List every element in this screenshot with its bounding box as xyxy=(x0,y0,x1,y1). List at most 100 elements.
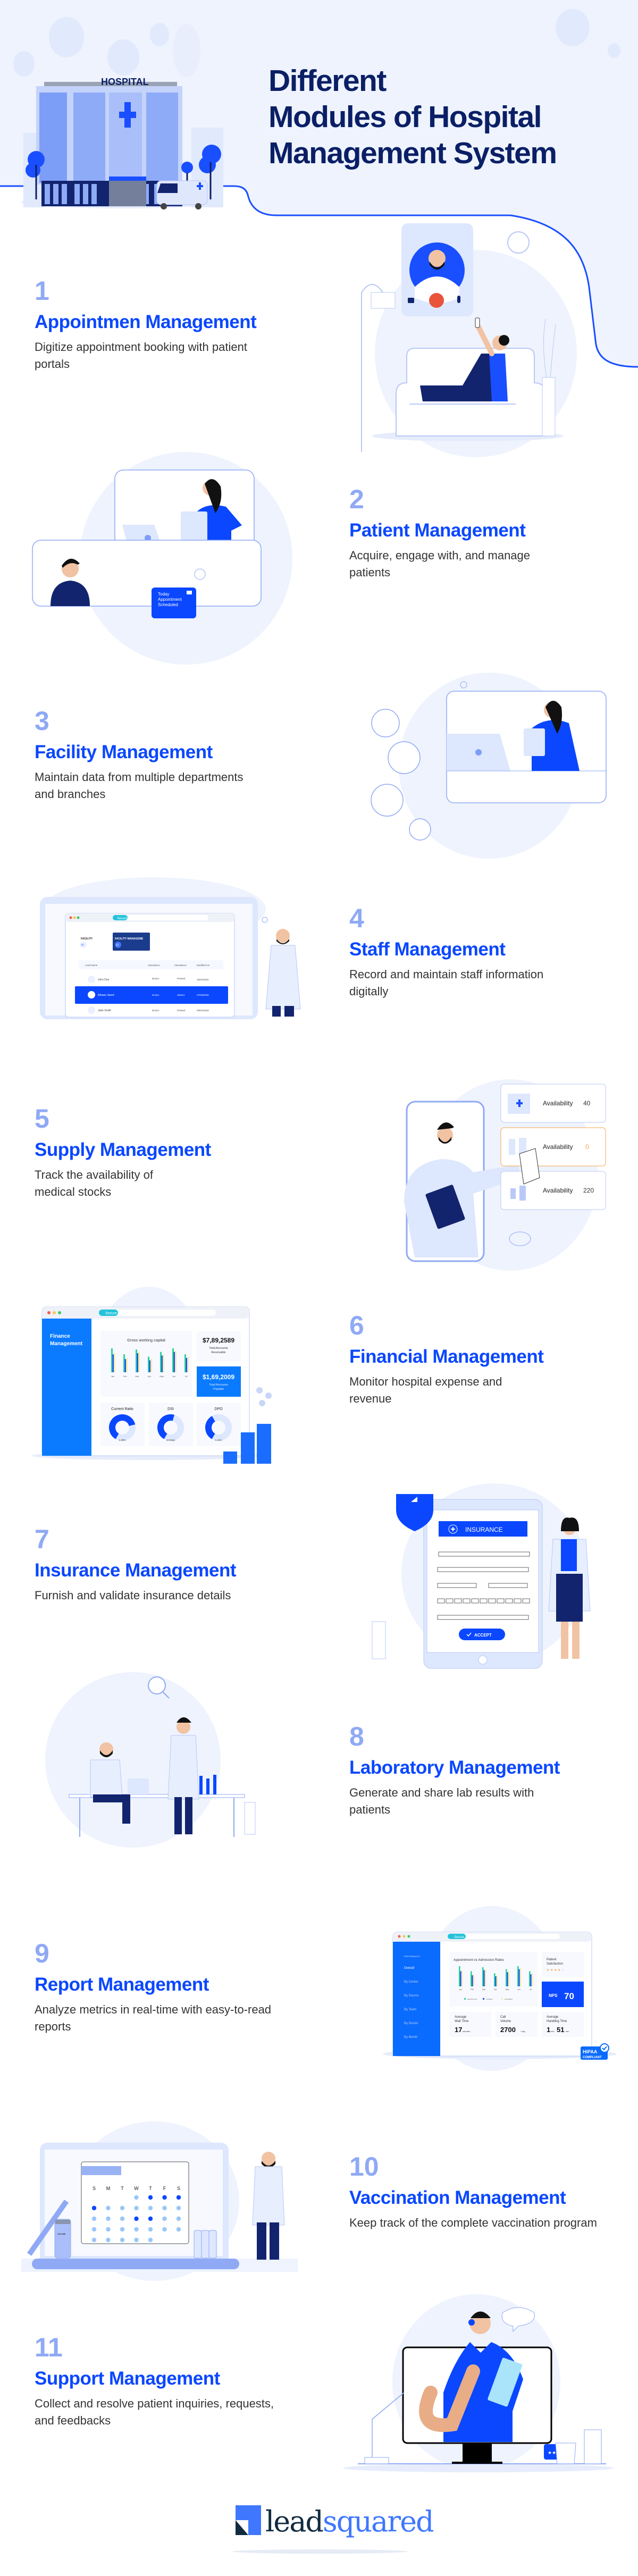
module-title: Vaccination Management xyxy=(349,2187,566,2208)
module-title: Financial Management xyxy=(349,1346,544,1367)
svg-text:minutes: minutes xyxy=(463,2030,470,2033)
appointment-illustration xyxy=(361,223,577,457)
svg-text:Absent: Absent xyxy=(177,994,185,996)
month-label: Jun xyxy=(172,1375,175,1378)
svg-text:03/01/2019: 03/01/2019 xyxy=(197,1009,209,1012)
plant-vase xyxy=(372,1621,386,1659)
stock-card: Availability 220 xyxy=(500,1171,606,1210)
star-icon: ★ xyxy=(550,1968,553,1972)
module-supply: 5 Supply Management Track the availabili… xyxy=(35,1104,311,1201)
svg-text:31: 31 xyxy=(116,944,119,947)
calendar-day-dot xyxy=(106,2216,111,2221)
svg-text:Patient: Patient xyxy=(547,1958,557,1961)
stock-card-alert: Availability 0 xyxy=(500,1127,606,1167)
weekday-label: T xyxy=(149,2186,152,2191)
svg-text:Availability: Availability xyxy=(543,1143,573,1151)
svg-text:Satisfaction: Satisfaction xyxy=(547,1962,563,1966)
svg-text:27/09/2018: 27/09/2018 xyxy=(197,994,209,996)
svg-text:NPS: NPS xyxy=(549,1993,558,1998)
bar xyxy=(495,1976,497,1986)
module-number: 4 xyxy=(349,903,364,933)
bar xyxy=(518,1969,520,1986)
module-description: Track the availability of medical stocks xyxy=(35,1168,153,1198)
calendar-day-dot xyxy=(148,2227,153,2232)
magnifier-icon xyxy=(148,1676,166,1694)
calendar-day-dot xyxy=(120,2227,125,2232)
module-description: Monitor hospital expense and revenue xyxy=(349,1375,502,1405)
star-icon: ★ xyxy=(561,1968,564,1972)
svg-text:Total Accounts: Total Accounts xyxy=(209,1383,228,1387)
bar xyxy=(529,1971,531,1986)
leadsquared-logo: lead squared xyxy=(236,2505,434,2538)
calendar-day-dot xyxy=(148,2205,153,2211)
legend-label: Out-Patient xyxy=(505,1998,513,2000)
bar xyxy=(461,1970,463,1986)
sidebar-item: By Source xyxy=(404,1994,419,1998)
month-label: Jun xyxy=(517,1988,521,1991)
bar xyxy=(459,1966,460,1986)
calendar-day-dot xyxy=(91,2227,97,2232)
svg-text:1.41%: 1.41% xyxy=(215,1439,222,1441)
svg-text:Present: Present xyxy=(177,977,186,980)
sidebar-item: By Doctor xyxy=(404,2022,418,2025)
metric-handling-time: Average Handling Time 1 min 51 sec xyxy=(542,2012,584,2037)
secure-label: Secure xyxy=(454,1936,465,1939)
month-label: Apr xyxy=(148,1375,152,1378)
legend-swatch xyxy=(501,1998,503,2000)
svg-text:Payable: Payable xyxy=(213,1388,224,1391)
calendar-day-dot xyxy=(176,2205,181,2211)
module-support: 11 Support Management Collect and resolv… xyxy=(35,2332,311,2429)
vaccination-illustration: S M T W T F S VACCINE xyxy=(21,2121,298,2281)
star-icon: ★ xyxy=(547,1968,549,1972)
svg-text:Call: Call xyxy=(500,2016,506,2019)
svg-text:Attendance: Attendance xyxy=(148,964,160,967)
module-description: Furnish and validate insurance details xyxy=(35,1589,231,1602)
bar xyxy=(494,1973,496,1986)
module-number: 2 xyxy=(349,484,364,514)
calendar-day-dot xyxy=(134,2195,139,2200)
module-description: Record and maintain staff information di… xyxy=(349,968,544,998)
sidebar-item: By Center xyxy=(404,1981,418,1984)
logo-text-lead: lead xyxy=(265,2505,324,2538)
svg-text:Wait Time: Wait Time xyxy=(455,2020,469,2023)
month-label: Apr xyxy=(494,1988,497,1991)
module-number: 6 xyxy=(349,1311,364,1340)
bar xyxy=(126,1358,128,1372)
logo-shadow xyxy=(232,2549,408,2554)
module-number: 7 xyxy=(35,1524,49,1554)
module-description: Maintain data from multiple departments … xyxy=(35,770,244,801)
calendar-day-dot xyxy=(162,2227,167,2232)
star-icon: ★ xyxy=(554,1968,557,1972)
module-title: Support Management xyxy=(35,2368,220,2389)
bar xyxy=(496,1975,498,1986)
month-label: Mar xyxy=(136,1375,140,1378)
svg-text:Volume: Volume xyxy=(500,2020,511,2023)
weekday-label: M xyxy=(106,2186,111,2191)
finance-dashboard-illustration: Secure Finance Management Gross working … xyxy=(32,1287,272,1464)
svg-text:1.48%: 1.48% xyxy=(119,1439,126,1441)
month-label: Jul xyxy=(184,1375,187,1378)
calendar-day-dot xyxy=(106,2237,111,2243)
module-patient: 2 Patient Management Acquire, engage wit… xyxy=(349,484,626,581)
calendar-day-dot xyxy=(176,2195,181,2200)
svg-text:Finance: Finance xyxy=(50,1333,70,1339)
module-description: Collect and resolve patient inquiries, r… xyxy=(35,2397,274,2427)
svg-text:17: 17 xyxy=(455,2026,462,2034)
headset-icon xyxy=(468,2319,475,2326)
insurance-illustration: INSURANCE ACCEPT xyxy=(372,1483,591,1669)
svg-text:Today: Today xyxy=(158,592,169,597)
bar xyxy=(519,1968,522,1986)
bar xyxy=(482,1967,484,1986)
patient-engagement-illustration: Today Appointment Scheduled xyxy=(32,452,292,665)
bar xyxy=(507,1972,508,1986)
calendar-day-dot xyxy=(120,2205,125,2211)
calendar-day-dot xyxy=(162,2216,167,2221)
calendar-day-dot xyxy=(106,2227,111,2232)
bar xyxy=(175,1350,177,1372)
month-label: May xyxy=(160,1375,164,1378)
calendar-day-dot xyxy=(148,2237,153,2243)
svg-text:Doctor: Doctor xyxy=(152,977,160,980)
secure-label: Secure xyxy=(105,1312,117,1315)
svg-text:Receivable: Receivable xyxy=(211,1351,225,1354)
bar xyxy=(187,1356,189,1372)
